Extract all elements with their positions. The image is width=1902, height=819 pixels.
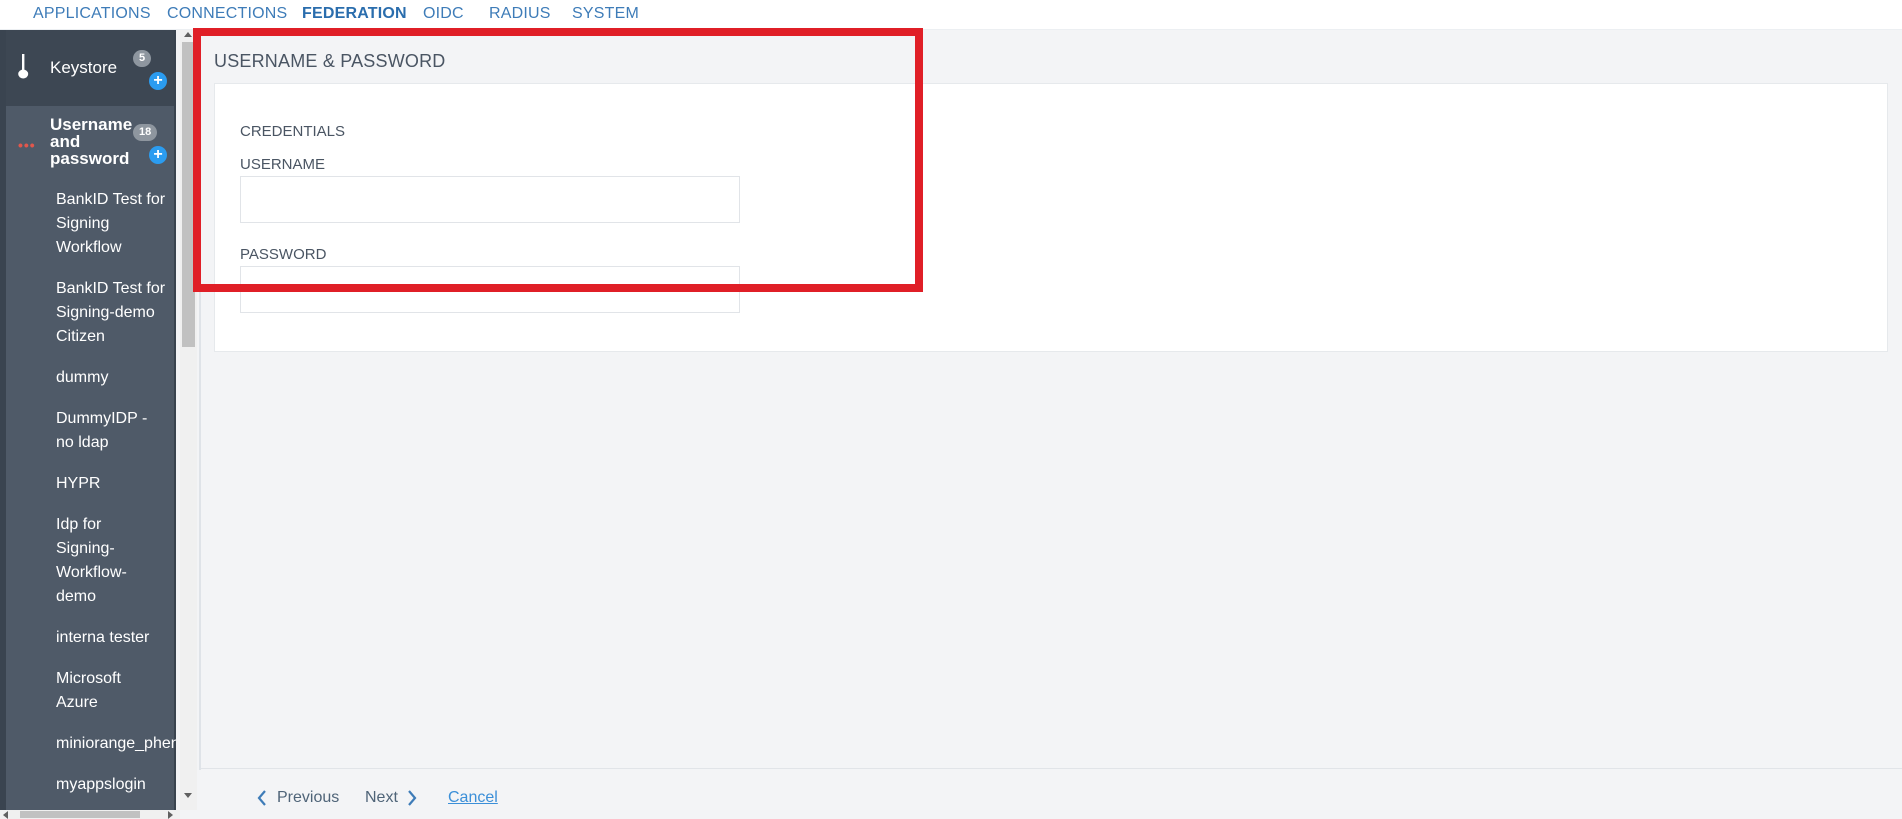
hammer-icon	[18, 54, 29, 79]
scroll-down-icon[interactable]	[184, 793, 192, 798]
next-button[interactable]: Next	[365, 789, 398, 807]
sidebar-list: BankID Test for Signing Workflow BankID …	[56, 188, 176, 814]
chevron-left-icon[interactable]	[256, 789, 268, 807]
sidebar-item[interactable]: Microsoft Azure	[56, 667, 136, 715]
tab-oidc[interactable]: OIDC	[423, 5, 464, 23]
previous-button[interactable]: Previous	[277, 789, 339, 807]
scroll-right-icon[interactable]	[168, 811, 173, 819]
panel-divider	[199, 30, 201, 770]
sidebar-item[interactable]: Idp for Signing-Workflow-demo	[56, 513, 136, 609]
tab-system[interactable]: SYSTEM	[572, 5, 639, 23]
dots-icon[interactable]: •••	[18, 137, 36, 153]
wizard-footer: Previous Next Cancel	[201, 768, 1902, 819]
sidebar-item[interactable]: DummyIDP - no ldap	[56, 407, 151, 455]
cancel-link[interactable]: Cancel	[448, 789, 498, 807]
scroll-up-icon[interactable]	[184, 32, 192, 37]
credentials-card: CREDENTIALS USERNAME PASSWORD	[214, 83, 1888, 352]
password-label: PASSWORD	[240, 246, 327, 263]
sidebar: Keystore 5 + ••• Username and password 1…	[0, 30, 176, 819]
sidebar-item[interactable]: myappslogin	[56, 773, 166, 797]
scrollbar-thumb[interactable]	[20, 811, 140, 818]
scroll-left-icon[interactable]	[3, 811, 8, 819]
sidebar-item-label: Keystore	[50, 58, 118, 77]
sidebar-item[interactable]: miniorange_phen	[56, 732, 176, 756]
tab-radius[interactable]: RADIUS	[489, 5, 551, 23]
chevron-right-icon[interactable]	[406, 789, 418, 807]
sidebar-vertical-scrollbar[interactable]	[180, 30, 197, 810]
tab-connections[interactable]: CONNECTIONS	[167, 5, 287, 23]
sidebar-item[interactable]: BankID Test for Signing Workflow	[56, 188, 166, 260]
sidebar-item-username-password[interactable]: Username and password	[50, 116, 135, 167]
credentials-heading: CREDENTIALS	[240, 123, 346, 140]
tab-federation[interactable]: FEDERATION	[302, 5, 407, 23]
username-field[interactable]	[240, 176, 740, 223]
page-title: USERNAME & PASSWORD	[214, 51, 446, 71]
sidebar-edge	[0, 30, 6, 819]
sidebar-item[interactable]: BankID Test for Signing-demo Citizen	[56, 277, 166, 349]
top-navigation: APPLICATIONS CONNECTIONS FEDERATION OIDC…	[0, 0, 1902, 30]
count-badge: 18	[133, 124, 158, 141]
password-field[interactable]	[240, 266, 740, 313]
scrollbar-thumb[interactable]	[182, 42, 195, 347]
sidebar-item[interactable]: interna tester	[56, 626, 166, 650]
add-username-password-button[interactable]: +	[149, 146, 167, 164]
sidebar-item[interactable]: HYPR	[56, 472, 166, 496]
tab-applications[interactable]: APPLICATIONS	[33, 5, 151, 23]
sidebar-item[interactable]: dummy	[56, 366, 166, 390]
count-badge: 5	[133, 50, 152, 67]
add-keystore-button[interactable]: +	[149, 72, 167, 90]
sidebar-item-keystore[interactable]: Keystore 5 +	[0, 30, 176, 106]
sidebar-horizontal-scrollbar[interactable]	[0, 810, 180, 819]
username-label: USERNAME	[240, 156, 326, 173]
